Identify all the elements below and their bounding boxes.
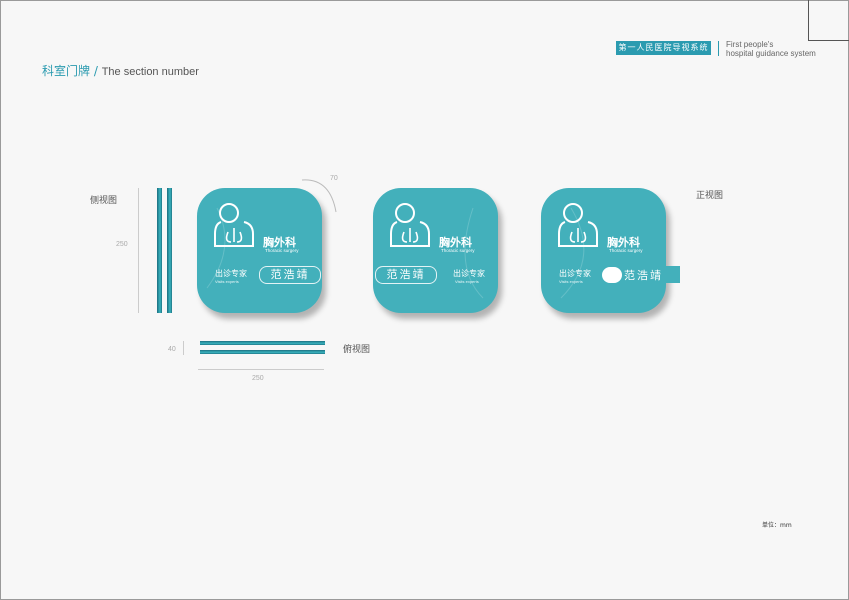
- hospital-english-name: First people's hospital guidance system: [726, 40, 816, 58]
- doctor-name: 范浩靖: [259, 266, 321, 284]
- radius-dimension: 70: [330, 175, 338, 182]
- unit-label: 单位：mm: [762, 522, 792, 529]
- experts-label: 出诊专家: [559, 269, 591, 278]
- top-view-drawing: [200, 341, 325, 355]
- department-english: Thoracic surgery: [265, 248, 299, 253]
- door-sign-2: 胸外科 Thoracic surgery 范浩靖 出诊专家 Visits exp…: [373, 188, 498, 313]
- doctor-name: 范浩靖: [624, 269, 663, 282]
- hospital-name-badge: 第一人民医院导视系统: [616, 41, 711, 55]
- page-title-cn: 科室门牌 /: [42, 64, 98, 78]
- top-view-label: 俯视图: [343, 345, 371, 355]
- width-dimension: 250: [252, 375, 264, 382]
- experts-english: Visits experts: [559, 279, 583, 284]
- depth-dimension-line: [183, 341, 184, 355]
- page-title: 科室门牌 / The section number: [42, 62, 199, 79]
- depth-dimension: 40: [168, 346, 176, 353]
- experts-label: 出诊专家: [215, 269, 247, 278]
- hospital-english-line2: hospital guidance system: [726, 49, 816, 58]
- corner-mark: [808, 0, 849, 41]
- side-view-drawing: [157, 188, 177, 313]
- door-sign-1: 胸外科 Thoracic surgery 出诊专家 Visits experts…: [197, 188, 322, 313]
- department-english: Thoracic surgery: [609, 248, 643, 253]
- door-sign-3: 胸外科 Thoracic surgery 出诊专家 Visits experts: [541, 188, 666, 313]
- thoracic-icon: [390, 203, 430, 247]
- experts-label: 出诊专家: [453, 269, 485, 278]
- doctor-name: 范浩靖: [375, 266, 437, 284]
- height-dimension-line: [138, 188, 139, 313]
- thoracic-icon: [214, 203, 254, 247]
- height-dimension: 250: [116, 241, 128, 248]
- front-view-label: 正视图: [696, 191, 724, 201]
- width-dimension-line: [198, 369, 324, 370]
- hospital-english-line1: First people's: [726, 40, 774, 49]
- department-english: Thoracic surgery: [441, 248, 475, 253]
- side-view-label: 侧视图: [90, 196, 118, 206]
- experts-english: Visits experts: [455, 279, 479, 284]
- page-title-en: The section number: [101, 66, 199, 78]
- slider-knob: [602, 267, 622, 283]
- experts-english: Visits experts: [215, 279, 239, 284]
- brand-divider: [718, 41, 719, 56]
- thoracic-icon: [558, 203, 598, 247]
